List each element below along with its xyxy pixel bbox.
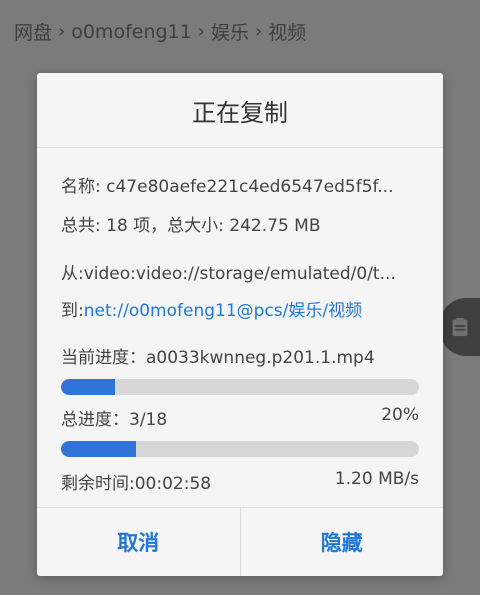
total-size-text: 总共: 18 项，总大小: 242.75 MB xyxy=(61,216,321,236)
dialog-title: 正在复制 xyxy=(37,73,443,148)
hide-button[interactable]: 隐藏 xyxy=(239,508,444,576)
destination-link[interactable]: net://o0mofeng11@pcs/娱乐/视频 xyxy=(84,301,362,321)
breadcrumb-item-video[interactable]: 视频 xyxy=(268,18,306,45)
current-progress-fill xyxy=(61,379,115,395)
overall-progress-label: 总进度：3/18 xyxy=(61,410,168,430)
remaining-row: 剩余时间:00:02:58 1.20 MB/s xyxy=(61,469,419,494)
destination-label: 到: xyxy=(61,301,84,321)
breadcrumb: 网盘 › o0mofeng11 › 娱乐 › 视频 xyxy=(14,18,306,45)
clipboard-icon xyxy=(452,317,468,337)
remaining-time-text: 剩余时间:00:02:58 xyxy=(61,474,212,494)
dialog-content: 名称: c47e80aefe221c4ed6547ed5f5f... 总共: 1… xyxy=(37,172,443,494)
overall-progress-fill xyxy=(61,441,137,457)
side-floating-button[interactable] xyxy=(440,298,480,356)
chevron-right-icon: › xyxy=(254,21,263,42)
file-name-text: 名称: c47e80aefe221c4ed6547ed5f5f... xyxy=(61,177,394,197)
breadcrumb-item-entertainment[interactable]: 娱乐 xyxy=(211,18,249,45)
current-file-text: 当前进度：a0033kwnneg.p201.1.mp4 xyxy=(61,348,375,368)
breadcrumb-item-account[interactable]: o0mofeng11 xyxy=(71,21,192,43)
chevron-right-icon: › xyxy=(58,21,66,42)
transfer-speed-text: 1.20 MB/s xyxy=(334,469,419,489)
copy-progress-dialog: 正在复制 名称: c47e80aefe221c4ed6547ed5f5f... … xyxy=(37,73,443,576)
source-path-text: 从:video:video://storage/emulated/0/t... xyxy=(61,264,396,284)
breadcrumb-item-root[interactable]: 网盘 xyxy=(14,18,52,45)
chevron-right-icon: › xyxy=(197,21,205,42)
overall-progress-bar xyxy=(61,441,419,457)
destination-path: 到:net://o0mofeng11@pcs/娱乐/视频 xyxy=(61,296,419,321)
cancel-button[interactable]: 取消 xyxy=(37,508,240,576)
overall-progress-percent: 20% xyxy=(381,405,419,425)
overall-progress-row: 总进度：3/18 20% xyxy=(61,405,419,430)
dialog-buttons: 取消 隐藏 xyxy=(37,507,443,576)
current-progress-bar xyxy=(61,379,419,395)
